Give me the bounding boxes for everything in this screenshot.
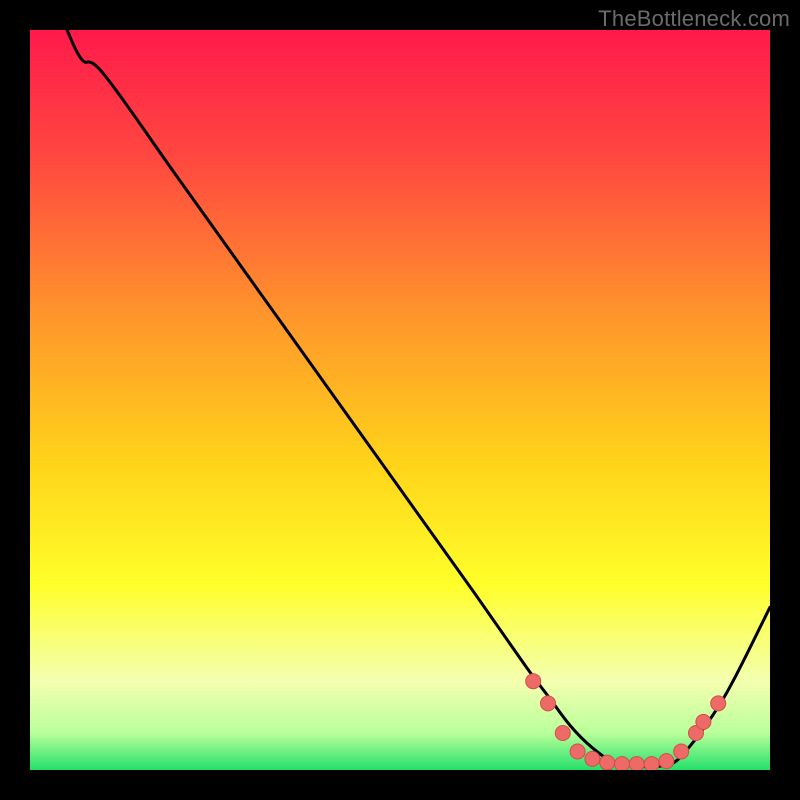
watermark-text: TheBottleneck.com <box>598 6 790 32</box>
curve-marker <box>629 757 644 770</box>
curve-marker <box>674 744 689 759</box>
plot-area <box>30 30 770 770</box>
curve-marker <box>659 754 674 769</box>
curve-marker <box>541 696 556 711</box>
curve-marker <box>644 757 659 770</box>
curve-marker <box>711 696 726 711</box>
gradient-background <box>30 30 770 770</box>
curve-marker <box>526 674 541 689</box>
curve-marker <box>585 751 600 766</box>
curve-marker <box>570 744 585 759</box>
plot-svg <box>30 30 770 770</box>
curve-marker <box>696 714 711 729</box>
curve-marker <box>615 757 630 770</box>
chart-frame: TheBottleneck.com <box>0 0 800 800</box>
curve-marker <box>555 726 570 741</box>
curve-marker <box>600 755 615 770</box>
